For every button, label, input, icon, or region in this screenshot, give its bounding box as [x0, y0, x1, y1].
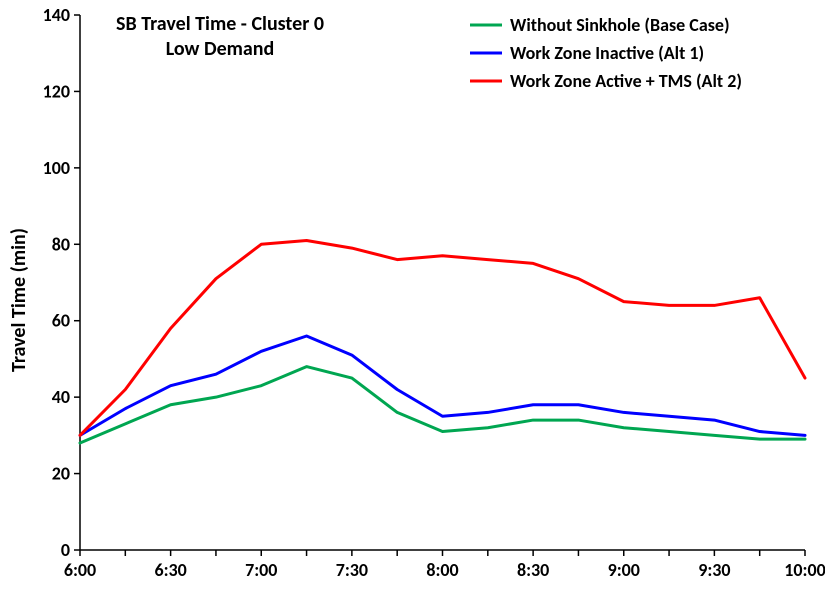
line-chart: Travel Time (min) SB Travel Time - Clust… — [0, 0, 825, 600]
series-line — [80, 336, 805, 435]
y-tick-label: 80 — [52, 233, 70, 255]
y-tick-label: 20 — [52, 463, 70, 485]
x-tick-label: 8:00 — [426, 559, 458, 581]
legend-label: Without Sinkhole (Base Case) — [510, 14, 730, 36]
chart-subtitle: Low Demand — [166, 37, 275, 61]
y-tick-label: 0 — [61, 539, 70, 561]
y-axis-label: Travel Time (min) — [7, 228, 31, 372]
y-tick-label: 120 — [43, 80, 70, 102]
y-tick-label: 40 — [52, 386, 70, 408]
legend-label: Work Zone Active + TMS (Alt 2) — [510, 70, 742, 92]
y-tick-label: 100 — [43, 157, 70, 179]
chart-container: Travel Time (min) SB Travel Time - Clust… — [0, 0, 825, 600]
x-tick-label: 6:00 — [64, 559, 96, 581]
series-line — [80, 367, 805, 443]
x-tick-label: 6:30 — [154, 559, 186, 581]
x-tick-label: 10:00 — [784, 559, 825, 581]
y-tick-label: 140 — [43, 4, 70, 26]
x-tick-label: 8:30 — [517, 559, 549, 581]
x-tick-label: 7:30 — [336, 559, 368, 581]
legend-label: Work Zone Inactive (Alt 1) — [510, 42, 704, 64]
chart-title: SB Travel Time - Cluster 0 — [116, 12, 324, 36]
y-tick-label: 60 — [52, 310, 70, 332]
legend: Without Sinkhole (Base Case) Work Zone In… — [470, 14, 742, 92]
x-tick-label: 9:30 — [698, 559, 730, 581]
x-tick-label: 7:00 — [245, 559, 277, 581]
series-line — [80, 240, 805, 435]
x-tick-label: 9:00 — [608, 559, 640, 581]
